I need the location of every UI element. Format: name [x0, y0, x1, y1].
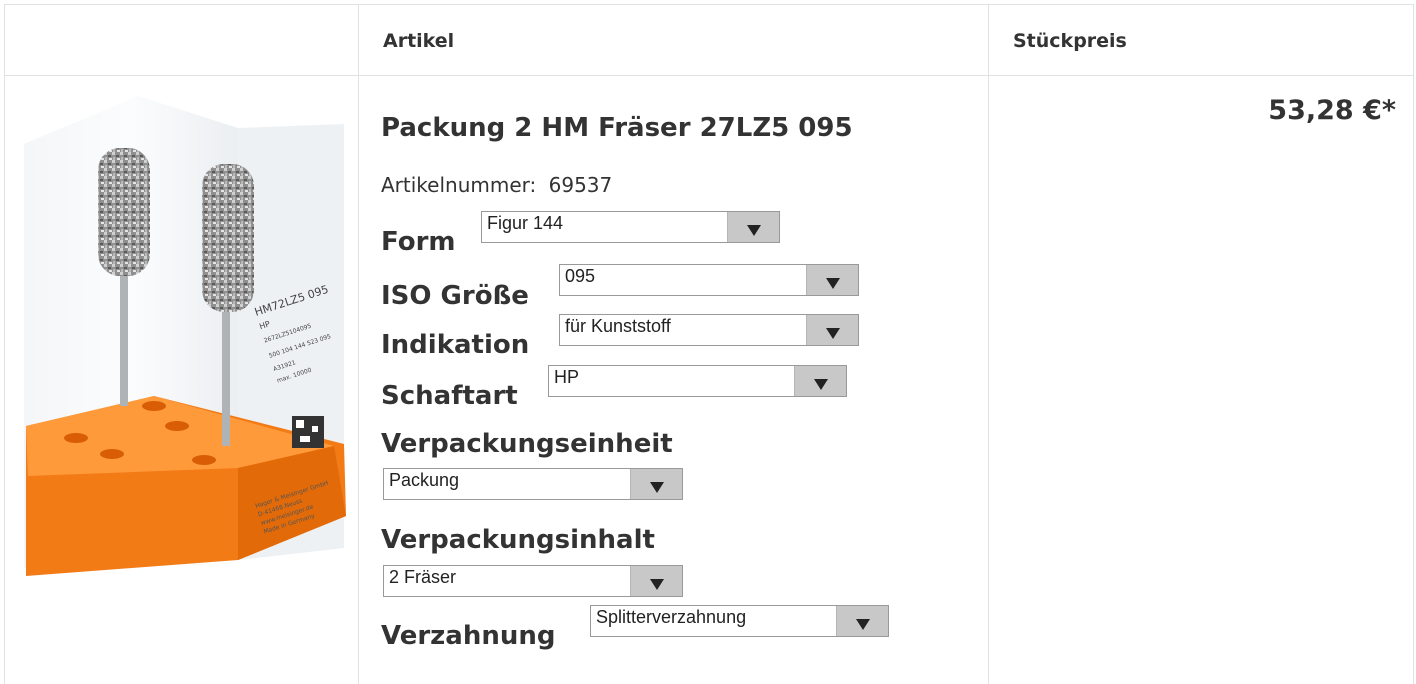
chevron-down-icon[interactable] [794, 366, 846, 396]
chevron-down-icon[interactable] [727, 212, 779, 242]
option-label-verpackungsinhalt: Verpackungsinhalt [381, 525, 655, 555]
column-divider [358, 4, 359, 684]
verpackungseinheit-select-value: Packung [389, 470, 460, 490]
option-label-verpackungseinheit: Verpackungseinheit [381, 429, 673, 459]
indikation-select-value: für Kunststoff [565, 316, 671, 336]
indikation-select[interactable]: für Kunststoff [559, 314, 859, 346]
chevron-down-icon[interactable] [836, 606, 888, 636]
option-label-iso-groesse: ISO Größe [381, 281, 529, 311]
column-divider [988, 4, 989, 684]
unit-price: 53,28 €* [1268, 95, 1396, 126]
product-title[interactable]: Packung 2 HM Fräser 27LZ5 095 [381, 113, 853, 143]
schaftart-select[interactable]: HP [548, 365, 847, 397]
verpackungsinhalt-select[interactable]: 2 Fräser [383, 565, 683, 597]
verpackungsinhalt-select-value: 2 Fräser [389, 567, 457, 587]
iso-groesse-select-value: 095 [565, 266, 596, 286]
option-label-indikation: Indikation [381, 330, 530, 360]
column-header-stueckpreis: Stückpreis [1013, 30, 1127, 52]
chevron-down-icon[interactable] [630, 566, 682, 596]
chevron-down-icon[interactable] [806, 315, 858, 345]
product-image[interactable]: HM72LZ5 095 HP 2672LZ5104095 500 104 144… [24, 96, 350, 576]
verzahnung-select-value: Splitterverzahnung [596, 607, 747, 627]
header-divider [4, 75, 1414, 76]
option-label-schaftart: Schaftart [381, 381, 518, 411]
form-select[interactable]: Figur 144 [481, 211, 780, 243]
article-number-value: 69537 [548, 173, 613, 197]
article-number: Artikelnummer: 69537 [381, 173, 612, 197]
iso-groesse-select[interactable]: 095 [559, 264, 859, 296]
option-label-form: Form [381, 227, 456, 257]
verpackungseinheit-select[interactable]: Packung [383, 468, 683, 500]
verzahnung-select[interactable]: Splitterverzahnung [590, 605, 889, 637]
form-select-value: Figur 144 [487, 213, 564, 233]
chevron-down-icon[interactable] [630, 469, 682, 499]
column-header-artikel: Artikel [383, 30, 455, 52]
article-number-label: Artikelnummer: [381, 173, 537, 197]
chevron-down-icon[interactable] [806, 265, 858, 295]
option-label-verzahnung: Verzahnung [381, 621, 556, 651]
schaftart-select-value: HP [554, 367, 580, 387]
